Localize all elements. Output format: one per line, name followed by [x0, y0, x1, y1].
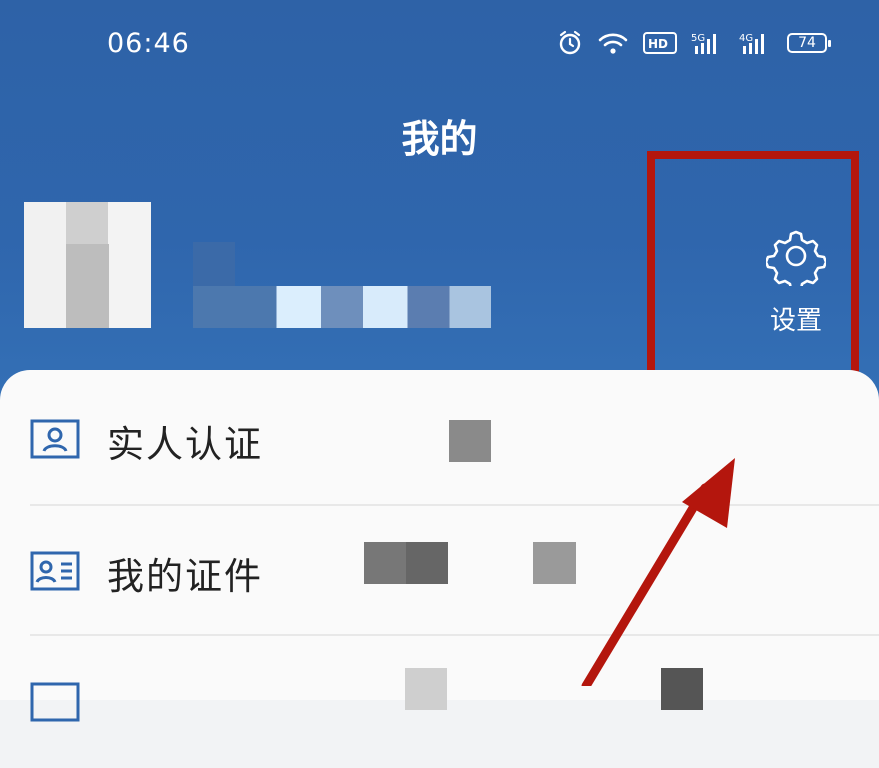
- redacted-value: [364, 542, 448, 584]
- divider: [30, 504, 879, 506]
- status-bar: 06:46 HD 5G 4G 74: [0, 0, 879, 90]
- svg-text:HD: HD: [648, 37, 668, 51]
- svg-text:4G: 4G: [739, 33, 753, 44]
- divider: [30, 634, 879, 636]
- svg-text:5G: 5G: [691, 33, 705, 44]
- avatar[interactable]: [24, 202, 151, 328]
- wifi-icon: [597, 30, 629, 56]
- redacted-value: [405, 668, 447, 710]
- redacted-value: [533, 542, 576, 584]
- menu-item-label: 我的证件: [107, 555, 263, 598]
- signal-4g-icon: 4G: [739, 30, 773, 56]
- menu-item-partial[interactable]: [0, 638, 879, 768]
- alarm-icon: [557, 30, 583, 56]
- signal-5g-icon: 5G: [691, 30, 725, 56]
- status-icons: HD 5G 4G 74: [557, 30, 831, 56]
- status-time: 06:46: [107, 28, 190, 59]
- menu-item-my-certificates[interactable]: 我的证件: [0, 508, 879, 638]
- redacted-value: [449, 420, 491, 462]
- menu-item-label: 实人认证: [107, 423, 263, 466]
- highlight-box: [647, 151, 859, 391]
- person-id-icon: [30, 419, 80, 463]
- document-icon: [30, 682, 80, 726]
- redacted-value: [661, 668, 703, 710]
- battery-level: 74: [798, 35, 816, 51]
- battery-icon: 74: [787, 33, 831, 53]
- menu-item-real-person-auth[interactable]: 实人认证: [0, 376, 879, 506]
- username-redacted: [193, 242, 491, 328]
- id-card-icon: [30, 551, 80, 595]
- hd-icon: HD: [643, 32, 677, 54]
- menu-card: 实人认证 我的证件: [0, 370, 879, 722]
